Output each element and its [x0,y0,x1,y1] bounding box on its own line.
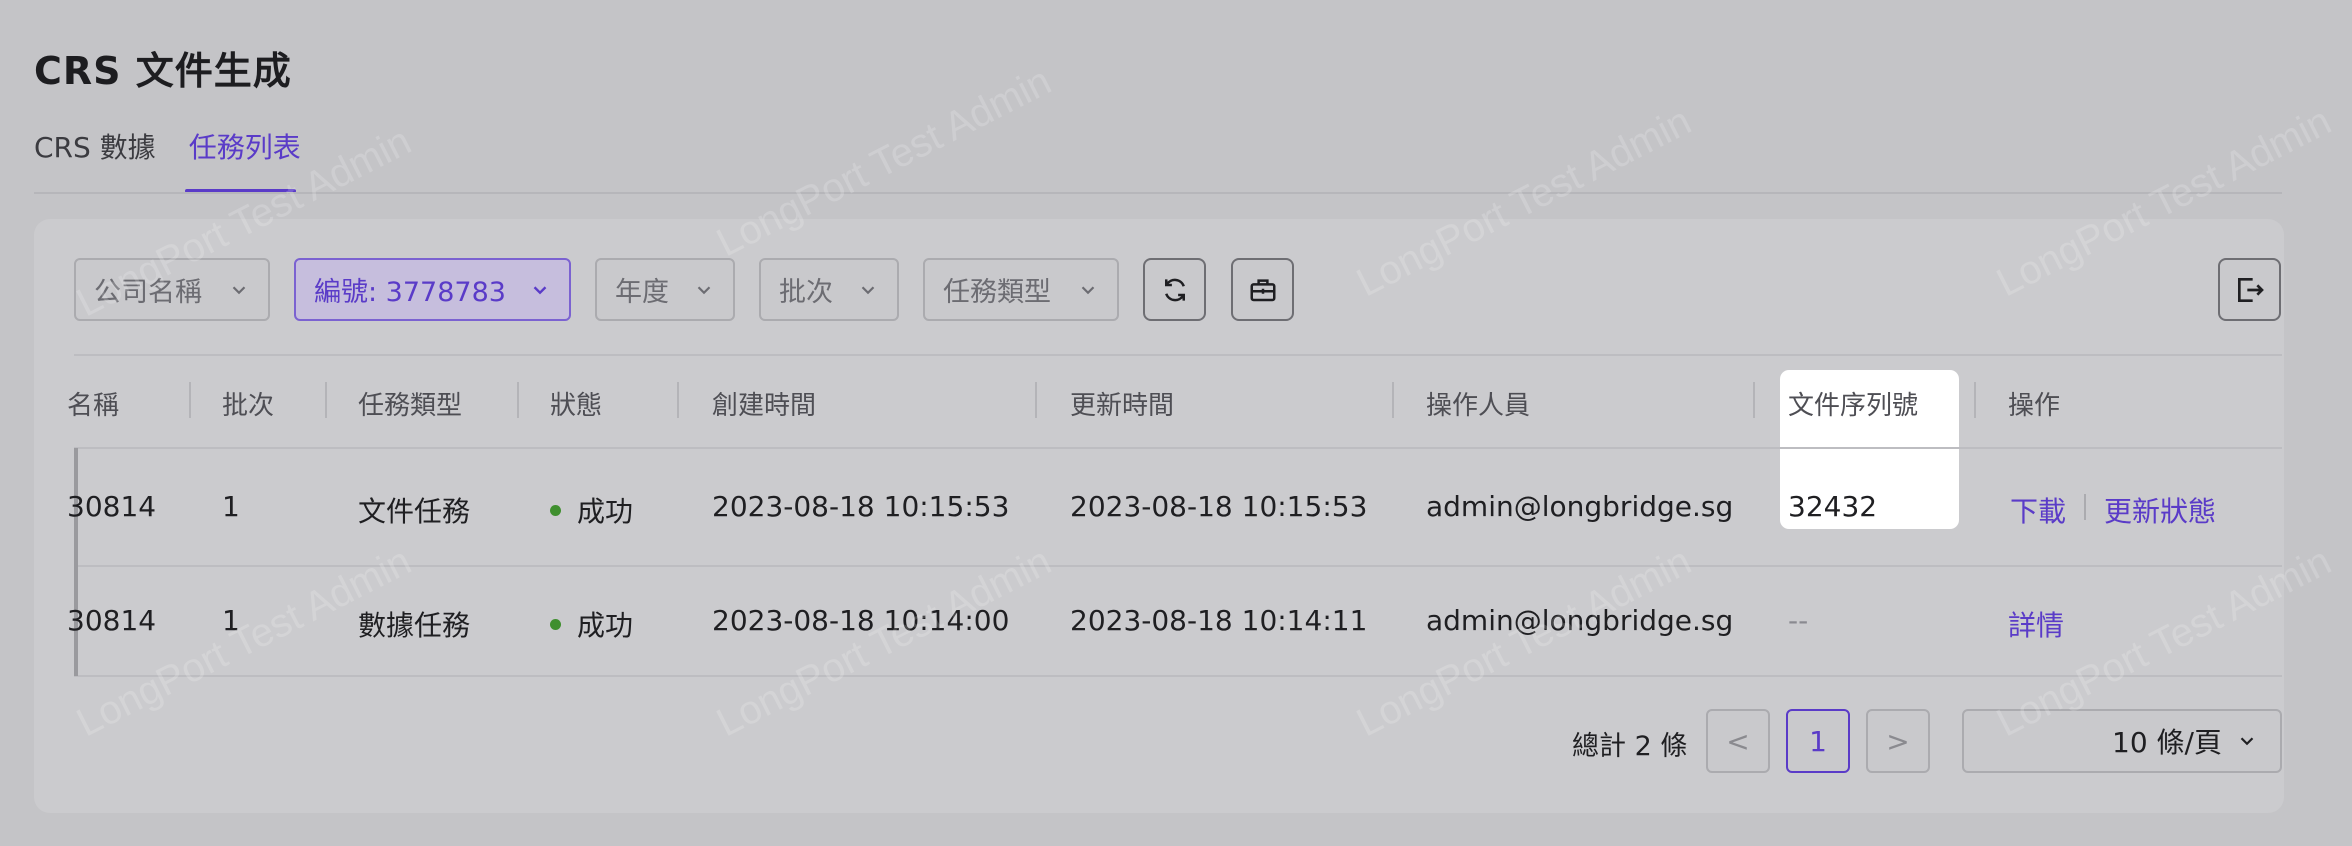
cell-updated: 2023-08-18 10:15:53 [1070,490,1368,523]
column-header-updated: 更新時間 [1070,391,1175,421]
cell-status: 成功 [550,490,633,530]
chevron-down-icon [697,285,711,294]
cell-task-type: 數據任務 [358,609,471,642]
success-dot-icon [550,618,561,630]
column-header-actions: 操作 [2008,391,2061,421]
cell-created: 2023-08-18 10:15:53 [712,490,1010,523]
column-separator [1753,382,1755,418]
cell-task-type: 文件任務 [358,495,471,528]
chevron-down-icon [1081,285,1095,294]
column-header-operator: 操作人員 [1426,391,1531,421]
column-header-name: 名稱 [67,391,120,421]
page-size-select[interactable]: 10 條/頁 [1962,709,2282,773]
page-title: CRS 文件生成 [34,49,292,93]
chevron-left-icon: < [1726,724,1750,758]
header-divider [74,447,2282,449]
column-header-task-type: 任務類型 [358,391,463,421]
number-filter[interactable]: 編號: 3778783 [294,258,571,321]
download-link[interactable]: 下載 [2010,490,2066,530]
column-header-status: 狀態 [550,391,603,421]
status-text: 成功 [577,609,634,642]
column-separator [1035,382,1037,418]
cell-name: 30814 [67,604,157,637]
toolbox-button[interactable] [1231,258,1294,321]
status-text: 成功 [577,495,634,528]
details-link[interactable]: 詳情 [2008,604,2064,644]
column-header-batch: 批次 [222,391,275,421]
column-separator [1974,382,1976,418]
column-header-serial: 文件序列號 [1788,391,1919,421]
refresh-icon [1164,278,1185,301]
tabs-divider [34,192,2282,194]
filter-label: 編號: 3778783 [314,277,506,308]
refresh-button[interactable] [1143,258,1206,321]
action-separator [2084,494,2086,520]
cell-operator: admin@longbridge.sg [1426,604,1734,637]
total-count: 總計 2 條 [1572,731,1688,762]
cell-operator: admin@longbridge.sg [1426,490,1734,523]
page-1-button[interactable]: 1 [1786,709,1850,773]
chevron-down-icon [2240,737,2254,746]
chevron-down-icon [533,285,547,294]
column-header-created: 創建時間 [712,391,817,421]
cell-updated: 2023-08-18 10:14:11 [1070,604,1368,637]
cell-serial: 32432 [1788,490,1878,523]
chevron-down-icon [861,285,875,294]
next-page-button[interactable]: > [1866,709,1930,773]
filter-label: 年度 [615,277,669,308]
row-divider [74,565,2282,567]
tab-crs-data[interactable]: CRS 數據 [34,126,156,166]
fixed-column-shadow [74,448,78,676]
table-bottom-divider [74,675,2282,677]
cell-batch: 1 [222,604,240,637]
filter-label: 批次 [779,277,833,308]
cell-serial: -- [1788,604,1809,637]
chevron-down-icon [232,285,246,294]
tab-task-list[interactable]: 任務列表 [189,126,301,166]
toolbar-divider [74,354,2282,356]
year-filter[interactable]: 年度 [595,258,735,321]
toolbox-icon [1250,278,1275,301]
tab-bar: CRS 數據 任務列表 [34,126,334,166]
company-name-filter[interactable]: 公司名稱 [74,258,270,321]
cell-batch: 1 [222,490,240,523]
filter-label: 公司名稱 [94,277,202,308]
column-separator [517,382,519,418]
page: CRS 文件生成 CRS 數據 任務列表 公司名稱 編號: 3778783 年度… [0,0,2352,846]
column-separator [1392,382,1394,418]
cell-created: 2023-08-18 10:14:00 [712,604,1010,637]
column-separator [325,382,327,418]
task-type-filter[interactable]: 任務類型 [923,258,1119,321]
export-button[interactable] [2218,258,2281,321]
prev-page-button[interactable]: < [1706,709,1770,773]
cell-name: 30814 [67,490,157,523]
chevron-right-icon: > [1886,724,1910,758]
batch-filter[interactable]: 批次 [759,258,899,321]
page-size-value: 10 條/頁 [2112,726,2222,759]
column-separator [189,382,191,418]
filter-label: 任務類型 [943,277,1051,308]
export-icon [2237,277,2264,302]
update-status-link[interactable]: 更新狀態 [2104,490,2216,530]
cell-status: 成功 [550,604,633,644]
success-dot-icon [550,504,561,516]
column-separator [677,382,679,418]
